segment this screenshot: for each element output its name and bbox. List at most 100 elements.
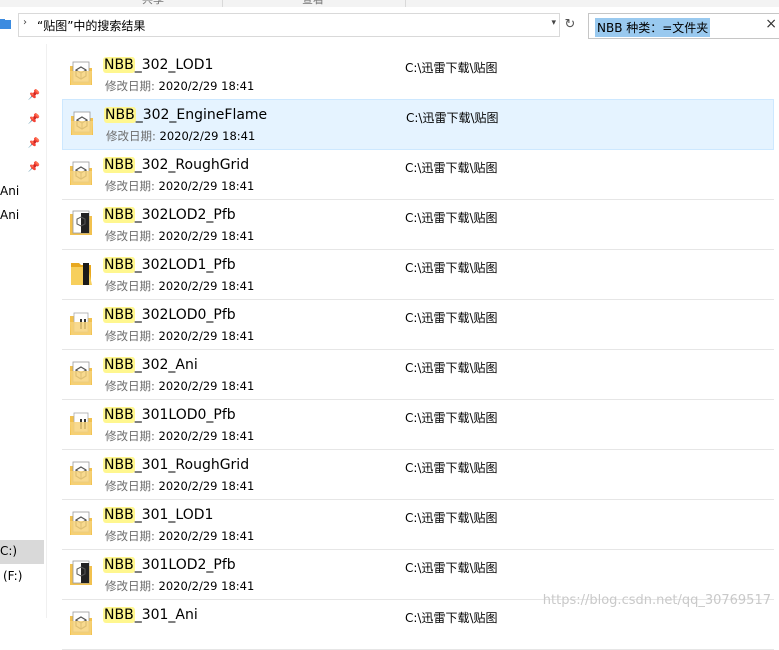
- modified-label: 修改日期:: [105, 579, 155, 593]
- item-name: NBB_302LOD0_Pfb: [103, 306, 236, 324]
- folder-small-icon: [0, 17, 11, 33]
- folder-3d-icon: [68, 458, 94, 488]
- address-bar-row: › “贴图”中的搜索结果 ▾ ↻ NBB 种类：=文件夹 ×: [0, 8, 779, 42]
- folder-3d-icon: [68, 608, 94, 638]
- search-value: NBB 种类：=文件夹: [595, 18, 711, 37]
- item-name-suffix: _301_Ani: [134, 607, 198, 623]
- search-input[interactable]: NBB 种类：=文件夹 ×: [588, 13, 779, 39]
- folder-open-icon: [68, 258, 94, 288]
- modified-label: 修改日期:: [105, 329, 155, 343]
- list-item[interactable]: NBB_302_LOD1 修改日期: 2020/2/29 18:41 C:\迅雷下载…: [62, 50, 774, 100]
- list-item[interactable]: NBB_301_LOD1 修改日期: 2020/2/29 18:41 C:\迅雷下载…: [62, 500, 774, 550]
- item-modified: 修改日期: 2020/2/29 18:41: [105, 478, 254, 494]
- list-item[interactable]: NBB_301_RoughGrid 修改日期: 2020/2/29 18:41 C:…: [62, 450, 774, 500]
- item-path: C:\迅雷下载\贴图: [405, 211, 498, 225]
- close-icon[interactable]: ×: [765, 16, 777, 32]
- modified-label: 修改日期:: [105, 379, 155, 393]
- list-item[interactable]: NBB_302LOD2_Pfb 修改日期: 2020/2/29 18:41 C:\迅…: [62, 200, 774, 250]
- search-highlight: NBB: [103, 257, 135, 273]
- pin-icon[interactable]: 📌: [27, 114, 41, 128]
- item-path: C:\迅雷下载\贴图: [405, 411, 498, 425]
- ribbon-tab-view[interactable]: 查看: [302, 0, 324, 7]
- folder-dark-icon: [68, 558, 94, 588]
- modified-label: 修改日期:: [105, 79, 155, 93]
- pin-icon[interactable]: 📌: [27, 162, 41, 176]
- item-modified: 修改日期: 2020/2/29 18:41: [105, 228, 254, 244]
- modified-date: 2020/2/29 18:41: [158, 529, 255, 543]
- pin-icon[interactable]: 📌: [27, 90, 41, 104]
- item-path: C:\迅雷下载\贴图: [405, 461, 498, 475]
- item-path: C:\迅雷下载\贴图: [406, 111, 499, 125]
- nav-item-drive-f[interactable]: (F:): [3, 569, 22, 583]
- list-item[interactable]: NBB_302LOD0_Pfb 修改日期: 2020/2/29 18:41 C:\迅…: [62, 300, 774, 350]
- item-name: NBB_302_LOD1: [103, 56, 213, 74]
- chevron-right-icon[interactable]: ›: [23, 17, 27, 28]
- modified-date: 2020/2/29 18:41: [158, 279, 255, 293]
- item-name: NBB_301LOD0_Pfb: [103, 406, 236, 424]
- item-name: NBB_302_EngineFlame: [104, 106, 267, 124]
- nav-item-ani[interactable]: Ani: [0, 184, 19, 198]
- folder-3d-icon: [68, 58, 94, 88]
- item-modified: 修改日期: 2020/2/29 18:41: [105, 78, 254, 94]
- watermark: https://blog.csdn.net/qq_30769517: [542, 593, 771, 608]
- search-highlight: NBB: [103, 607, 135, 623]
- item-name: NBB_302LOD1_Pfb: [103, 256, 236, 274]
- folder-3d-icon: [68, 158, 94, 188]
- item-modified: 修改日期: 2020/2/29 18:41: [105, 178, 254, 194]
- nav-item-drive-c[interactable]: C:): [0, 544, 17, 558]
- folder-files-icon: [68, 408, 94, 438]
- item-name: NBB_302LOD2_Pfb: [103, 206, 236, 224]
- item-path: C:\迅雷下载\贴图: [405, 561, 498, 575]
- item-path: C:\迅雷下载\贴图: [405, 261, 498, 275]
- modified-label: 修改日期:: [105, 529, 155, 543]
- list-item[interactable]: NBB_302_RoughGrid 修改日期: 2020/2/29 18:41 C:…: [62, 150, 774, 200]
- item-modified: 修改日期: 2020/2/29 18:41: [105, 528, 254, 544]
- item-path: C:\迅雷下载\贴图: [405, 61, 498, 75]
- item-name-suffix: _302_Ani: [134, 357, 198, 373]
- folder-files-icon: [68, 308, 94, 338]
- item-name: NBB_301_Ani: [103, 606, 198, 624]
- search-highlight: NBB: [103, 457, 135, 473]
- modified-label: 修改日期:: [105, 429, 155, 443]
- list-item[interactable]: NBB_302LOD1_Pfb 修改日期: 2020/2/29 18:41 C:\迅…: [62, 250, 774, 300]
- nav-item-ani[interactable]: Ani: [0, 208, 19, 222]
- folder-3d-icon: [68, 508, 94, 538]
- item-path: C:\迅雷下载\贴图: [405, 161, 498, 175]
- ribbon-divider: [405, 0, 406, 7]
- ribbon-tab-share[interactable]: 共享: [142, 0, 164, 7]
- address-box[interactable]: › “贴图”中的搜索结果 ▾: [18, 13, 560, 37]
- item-name-suffix: _302LOD2_Pfb: [134, 207, 236, 223]
- item-name-suffix: _301_RoughGrid: [134, 457, 250, 473]
- modified-date: 2020/2/29 18:41: [158, 79, 255, 93]
- modified-date: 2020/2/29 18:41: [158, 479, 255, 493]
- ribbon-divider: [222, 0, 223, 7]
- item-name-suffix: _302_EngineFlame: [135, 107, 268, 123]
- item-modified: 修改日期: 2020/2/29 18:41: [105, 578, 254, 594]
- item-modified: 修改日期: 2020/2/29 18:41: [105, 328, 254, 344]
- pin-icon[interactable]: 📌: [27, 138, 41, 152]
- list-item[interactable]: NBB_302_EngineFlame 修改日期: 2020/2/29 18:41…: [62, 99, 774, 150]
- item-name-suffix: _302_RoughGrid: [134, 157, 250, 173]
- folder-dark-icon: [68, 208, 94, 238]
- refresh-icon[interactable]: ↻: [562, 13, 578, 37]
- folder-3d-icon: [68, 358, 94, 388]
- item-modified: 修改日期: 2020/2/29 18:41: [105, 378, 254, 394]
- modified-label: 修改日期:: [106, 129, 156, 143]
- modified-date: 2020/2/29 18:41: [158, 179, 255, 193]
- item-name-suffix: _301LOD0_Pfb: [134, 407, 236, 423]
- list-item[interactable]: NBB_301LOD0_Pfb 修改日期: 2020/2/29 18:41 C:\迅…: [62, 400, 774, 450]
- item-modified: 修改日期: 2020/2/29 18:41: [105, 428, 254, 444]
- item-name: NBB_301_RoughGrid: [103, 456, 249, 474]
- item-name: NBB_301_LOD1: [103, 506, 213, 524]
- modified-date: 2020/2/29 18:41: [158, 579, 255, 593]
- item-modified: 修改日期: 2020/2/29 18:41: [106, 128, 255, 144]
- folder-3d-icon: [69, 108, 95, 138]
- search-highlight: NBB: [103, 307, 135, 323]
- ribbon-strip: 共享 查看: [0, 0, 779, 7]
- chevron-down-icon[interactable]: ▾: [551, 18, 556, 28]
- list-item[interactable]: NBB_302_Ani 修改日期: 2020/2/29 18:41 C:\迅雷下载\…: [62, 350, 774, 400]
- modified-date: 2020/2/29 18:41: [158, 429, 255, 443]
- modified-date: 2020/2/29 18:41: [158, 379, 255, 393]
- item-path: C:\迅雷下载\贴图: [405, 511, 498, 525]
- search-results-list: NBB_302_LOD1 修改日期: 2020/2/29 18:41 C:\迅雷下载…: [62, 50, 774, 650]
